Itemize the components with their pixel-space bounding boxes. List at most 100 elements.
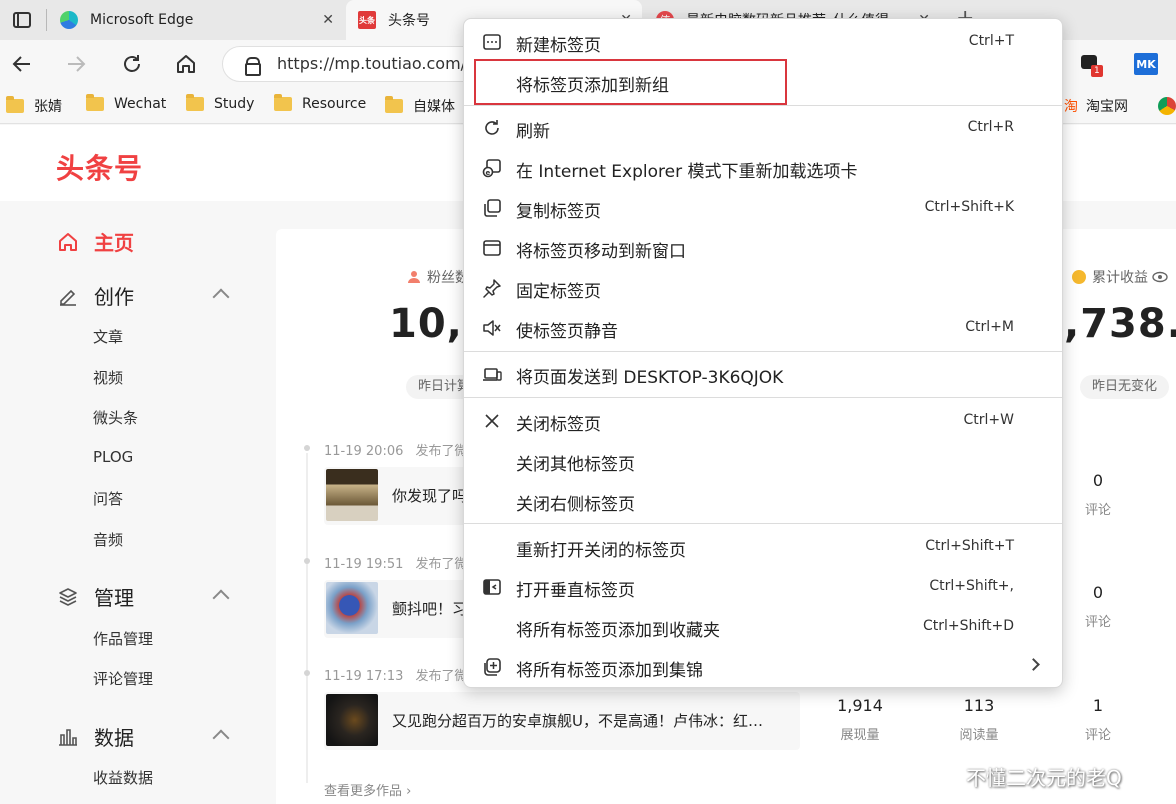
reload-icon bbox=[124, 55, 140, 72]
sidebar-subitem-qa[interactable]: 问答 bbox=[93, 488, 123, 509]
menu-item-reload-ie-mode[interactable]: e 在 Internet Explorer 模式下重新加载选项卡 bbox=[464, 147, 1062, 187]
close-tab-icon[interactable]: ✕ bbox=[322, 11, 334, 29]
menu-item-close-other-tabs[interactable]: 关闭其他标签页 bbox=[464, 440, 1062, 480]
favorite-folder-wechat[interactable]: Wechat bbox=[86, 94, 166, 112]
timeline-dot bbox=[304, 558, 310, 564]
mute-icon bbox=[483, 320, 501, 336]
menu-item-label: 将标签页添加到新组 bbox=[516, 76, 669, 96]
post-thumbnail bbox=[326, 469, 378, 521]
chevron-up-icon[interactable] bbox=[212, 729, 230, 747]
tab-context-menu: 新建标签页 Ctrl+T 将标签页添加到新组 刷新 Ctrl+R e 在 Int… bbox=[463, 18, 1063, 688]
sidebar-subitem-comments[interactable]: 评论管理 bbox=[93, 668, 153, 689]
menu-item-label: 关闭右侧标签页 bbox=[516, 495, 635, 515]
sidebar-subitem-plog[interactable]: PLOG bbox=[93, 448, 133, 466]
sidebar-item-home[interactable]: 主页 bbox=[56, 227, 134, 256]
sidebar-subitem-audio[interactable]: 音频 bbox=[93, 529, 123, 550]
lock-icon bbox=[245, 57, 261, 76]
menu-item-close-tabs-right[interactable]: 关闭右侧标签页 bbox=[464, 480, 1062, 520]
post-action-text: 发布了微 bbox=[415, 444, 468, 459]
favorite-folder-study[interactable]: Study bbox=[186, 94, 254, 112]
home-icon bbox=[56, 230, 80, 254]
post-card[interactable]: 又见跑分超百万的安卓旗舰U，不是高通！卢伟冰：红… bbox=[324, 692, 800, 750]
sidebar-subitem-works[interactable]: 作品管理 bbox=[93, 628, 153, 649]
toutiao-icon: 头条 bbox=[358, 11, 376, 29]
menu-item-label: 重新打开关闭的标签页 bbox=[516, 541, 686, 561]
tab-actions-icon bbox=[13, 12, 31, 28]
post-time-text: 11-19 20:06 bbox=[324, 444, 404, 459]
menu-item-vertical-tabs[interactable]: 打开垂直标签页 Ctrl+Shift+, bbox=[464, 566, 1062, 606]
post-title: 颤抖吧！习 bbox=[392, 600, 468, 618]
pin-icon bbox=[483, 279, 501, 298]
menu-item-close-tab[interactable]: 关闭标签页 Ctrl+W bbox=[464, 400, 1062, 440]
favorite-label: 自媒体 bbox=[413, 99, 455, 115]
sidebar-subitem-income[interactable]: 收益数据 bbox=[93, 767, 153, 788]
post-title: 又见跑分超百万的安卓旗舰U，不是高通！卢伟冰：红… bbox=[392, 712, 763, 730]
post-time: 11-19 20:06 发布了微 bbox=[324, 440, 468, 459]
menu-item-label: 新建标签页 bbox=[516, 36, 601, 56]
income-total: ,738.8 bbox=[1064, 301, 1176, 347]
menu-item-send-to-device[interactable]: 将页面发送到 DESKTOP-3K6QJOK bbox=[464, 353, 1062, 393]
timeline-dot bbox=[304, 445, 310, 451]
favorite-folder-resource[interactable]: Resource bbox=[274, 94, 367, 112]
extension-button[interactable]: 1 bbox=[1081, 53, 1103, 77]
menu-item-duplicate-tab[interactable]: 复制标签页 Ctrl+Shift+K bbox=[464, 187, 1062, 227]
site-logo[interactable]: 头条号 bbox=[56, 147, 143, 187]
extension-mk-button[interactable]: MK bbox=[1134, 53, 1158, 75]
new-tab-icon bbox=[483, 34, 501, 50]
reload-button[interactable] bbox=[118, 50, 146, 78]
menu-item-label: 将标签页移动到新窗口 bbox=[516, 242, 686, 262]
tab-actions-button[interactable] bbox=[0, 0, 44, 40]
sidebar-item-manage[interactable]: 管理 bbox=[56, 582, 134, 611]
menu-item-shortcut: Ctrl+M bbox=[965, 319, 1014, 335]
menu-item-new-tab[interactable]: 新建标签页 Ctrl+T bbox=[464, 21, 1062, 61]
post-metric-label: 展现量 bbox=[840, 728, 880, 743]
favorite-folder-zhangjing[interactable]: 张婧 bbox=[6, 96, 62, 116]
view-more-works-link[interactable]: 查看更多作品 › bbox=[324, 780, 411, 799]
menu-item-label: 固定标签页 bbox=[516, 282, 601, 302]
menu-item-label: 使标签页静音 bbox=[516, 322, 618, 342]
favorite-colorful-icon[interactable] bbox=[1158, 97, 1176, 115]
back-button[interactable] bbox=[8, 50, 36, 78]
menu-item-add-all-to-favorites[interactable]: 将所有标签页添加到收藏夹 Ctrl+Shift+D bbox=[464, 606, 1062, 646]
sidebar-label: 管理 bbox=[94, 586, 134, 610]
menu-item-mute-tab[interactable]: 使标签页静音 Ctrl+M bbox=[464, 307, 1062, 347]
favorite-taobao[interactable]: 淘 淘宝网 bbox=[1064, 96, 1128, 116]
post-metric-label: 评论 bbox=[1084, 728, 1111, 743]
sidebar-label: 数据 bbox=[94, 726, 134, 750]
menu-item-move-to-new-window[interactable]: 将标签页移动到新窗口 bbox=[464, 227, 1062, 267]
sidebar-item-data[interactable]: 数据 bbox=[56, 722, 134, 751]
sidebar: 主页 创作 文章 视频 微头条 PLOG 问答 音频 管理 作品管理 评论管理 … bbox=[0, 201, 276, 804]
tab-microsoft-edge[interactable]: Microsoft Edge ✕ bbox=[48, 0, 344, 40]
vertical-tabs-icon bbox=[483, 579, 501, 595]
menu-item-pin-tab[interactable]: 固定标签页 bbox=[464, 267, 1062, 307]
edge-icon bbox=[60, 11, 78, 29]
menu-item-add-tab-to-new-group[interactable]: 将标签页添加到新组 bbox=[464, 61, 1062, 101]
post-action-text: 发布了微 bbox=[415, 557, 468, 572]
pencil-icon bbox=[56, 284, 80, 308]
favorite-folder-zimeiti[interactable]: 自媒体 bbox=[385, 96, 455, 116]
sidebar-item-create[interactable]: 创作 bbox=[56, 281, 134, 310]
menu-item-reopen-closed-tab[interactable]: 重新打开关闭的标签页 Ctrl+Shift+T bbox=[464, 526, 1062, 566]
chevron-up-icon[interactable] bbox=[212, 589, 230, 607]
post-time: 11-19 19:51 发布了微 bbox=[324, 553, 468, 572]
forward-arrow-icon bbox=[68, 56, 86, 72]
menu-item-refresh[interactable]: 刷新 Ctrl+R bbox=[464, 107, 1062, 147]
sidebar-label: 主页 bbox=[94, 231, 134, 255]
income-label-text: 累计收益 bbox=[1092, 270, 1148, 286]
post-metric-value: 0 bbox=[1092, 471, 1104, 490]
post-metric-value: 113 bbox=[963, 696, 995, 715]
sidebar-subitem-weitoutiao[interactable]: 微头条 bbox=[93, 407, 138, 428]
folder-icon bbox=[274, 94, 292, 111]
favorite-label: 淘宝网 bbox=[1086, 99, 1128, 115]
eye-icon[interactable] bbox=[1152, 271, 1168, 283]
forward-button[interactable] bbox=[62, 50, 90, 78]
back-arrow-icon bbox=[12, 56, 30, 72]
favorite-label: Resource bbox=[302, 96, 367, 112]
sidebar-subitem-video[interactable]: 视频 bbox=[93, 367, 123, 388]
menu-item-label: 复制标签页 bbox=[516, 202, 601, 222]
sidebar-subitem-article[interactable]: 文章 bbox=[93, 326, 123, 347]
home-button[interactable] bbox=[172, 50, 200, 78]
income-stat-label: 累计收益 bbox=[1072, 267, 1168, 287]
menu-item-add-all-to-collections[interactable]: 将所有标签页添加到集锦 bbox=[464, 646, 1062, 686]
chevron-up-icon[interactable] bbox=[212, 288, 230, 306]
